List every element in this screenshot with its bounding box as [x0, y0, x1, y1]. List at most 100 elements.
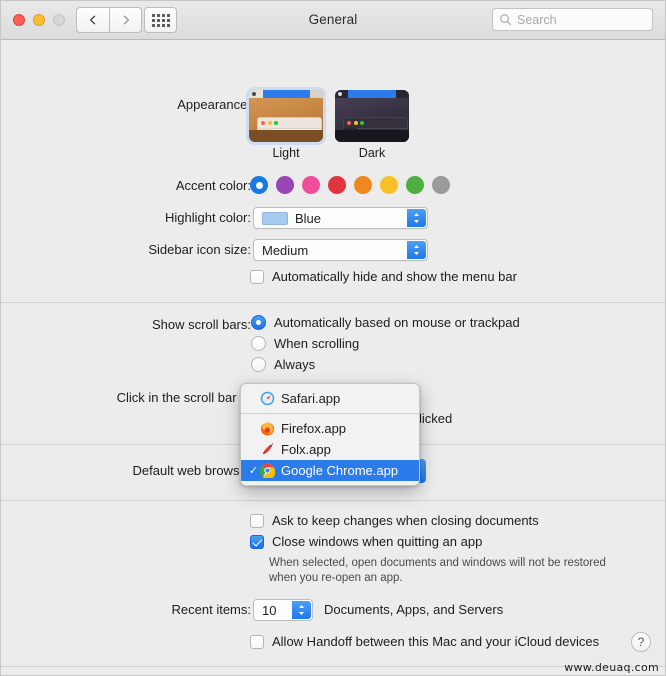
appearance-light-caption: Light [272, 146, 300, 160]
accent-swatch-green[interactable] [406, 176, 424, 194]
close-windows-help-line-2: when you re-open an app. [269, 572, 403, 584]
popup-arrows-icon [407, 241, 426, 259]
scrollbar-auto-label: Automatically based on mouse or trackpad [274, 315, 520, 330]
ask-keep-changes-checkbox[interactable] [250, 514, 264, 528]
highlight-color-popup[interactable]: Blue [253, 207, 428, 229]
light-menubar [249, 90, 323, 98]
allow-handoff-label: Allow Handoff between this Mac and your … [272, 634, 600, 649]
scrollbar-option-auto[interactable]: Automatically based on mouse or trackpad [251, 315, 520, 330]
safari-icon [260, 391, 275, 406]
recent-items-label: Recent items: [171, 602, 251, 617]
menu-separator [241, 413, 419, 414]
recent-items-stepper[interactable]: 10 [253, 599, 313, 621]
menu-item-safari[interactable]: Safari.app [241, 388, 419, 409]
appearance-option-light[interactable] [249, 90, 323, 142]
accent-swatch-yellow[interactable] [380, 176, 398, 194]
appearance-dark-caption: Dark [358, 146, 386, 160]
stepper-arrows-icon[interactable] [292, 601, 311, 619]
scrollbar-auto-radio[interactable] [251, 315, 266, 330]
preview-minimize-dot [267, 121, 272, 125]
search-field[interactable] [492, 8, 653, 31]
menu-item-firefox[interactable]: Firefox.app [241, 418, 419, 439]
accent-swatch-gray[interactable] [432, 176, 450, 194]
chevron-updown-icon [414, 213, 419, 223]
preview-close-dot [347, 121, 351, 125]
menu-item-google-chrome[interactable]: ✓ Google Chrome.app [241, 460, 419, 481]
allow-handoff-checkbox[interactable] [250, 635, 264, 649]
scrollbar-when-scrolling-label: When scrolling [274, 336, 360, 351]
accent-swatch-pink[interactable] [302, 176, 320, 194]
light-menubar-right [310, 90, 323, 98]
click-scroll-bar-label: Click in the scroll bar to [116, 390, 251, 405]
apple-logo-icon [252, 92, 256, 96]
chevron-updown-icon [299, 605, 304, 615]
default-web-browser-label: Default web browser [132, 463, 252, 478]
allow-handoff-row[interactable]: Allow Handoff between this Mac and your … [250, 634, 599, 649]
highlight-color-value: Blue [295, 210, 322, 226]
accent-swatch-blue[interactable] [250, 176, 268, 194]
preview-zoom-dot [360, 121, 364, 125]
window-titlebar: General [1, 1, 665, 40]
separator-1 [1, 302, 665, 303]
chrome-icon [260, 463, 275, 478]
close-windows-quitting-checkbox[interactable] [250, 535, 264, 549]
help-button[interactable]: ? [631, 632, 651, 652]
light-menubar-left [249, 90, 263, 98]
dark-menubar [335, 90, 409, 98]
light-dock [249, 130, 323, 142]
scrollbar-option-when-scrolling[interactable]: When scrolling [251, 336, 359, 351]
ask-keep-changes-row[interactable]: Ask to keep changes when closing documen… [250, 513, 539, 528]
appearance-option-dark[interactable] [335, 90, 409, 142]
click-scroll-bar-trailing-text: licked [419, 411, 453, 426]
highlight-color-swatch [262, 211, 288, 225]
scrollbar-option-always[interactable]: Always [251, 357, 315, 372]
menu-item-firefox-label: Firefox.app [281, 421, 347, 436]
search-input[interactable] [517, 12, 637, 27]
preview-minimize-dot [353, 121, 358, 125]
popup-arrows-icon [407, 209, 426, 227]
dark-menubar-left [335, 90, 348, 98]
accent-swatch-orange[interactable] [354, 176, 372, 194]
accent-color-swatches [250, 176, 450, 194]
accent-swatch-purple[interactable] [276, 176, 294, 194]
ask-keep-changes-label: Ask to keep changes when closing documen… [272, 513, 539, 528]
preferences-content: Appearance: Light Dark Accent color: Hig… [1, 40, 665, 675]
folx-icon [262, 443, 274, 455]
separator-3 [1, 500, 665, 501]
recent-items-value: 10 [262, 602, 277, 618]
recent-items-trailing-text: Documents, Apps, and Servers [324, 602, 504, 617]
auto-hide-menubar-row[interactable]: Automatically hide and show the menu bar [250, 269, 517, 284]
accent-color-label: Accent color: [175, 178, 251, 193]
scrollbar-always-label: Always [274, 357, 316, 372]
dark-dock [335, 130, 409, 142]
chevron-updown-icon [414, 245, 419, 255]
apple-logo-icon [338, 92, 342, 96]
auto-hide-menubar-checkbox[interactable] [250, 270, 264, 284]
menu-item-safari-label: Safari.app [281, 391, 341, 406]
scrollbar-when-scrolling-radio[interactable] [251, 336, 266, 351]
sidebar-icon-size-value: Medium [262, 242, 309, 258]
preview-zoom-dot [274, 121, 278, 125]
close-windows-help-line-1: When selected, open documents and window… [269, 557, 606, 569]
highlight-color-label: Highlight color: [165, 210, 251, 225]
sidebar-icon-size-popup[interactable]: Medium [253, 239, 428, 261]
accent-swatch-red[interactable] [328, 176, 346, 194]
menu-item-folx-label: Folx.app [281, 442, 331, 457]
watermark: www.deuaq.com [564, 661, 659, 674]
close-windows-quitting-label: Close windows when quitting an app [272, 534, 483, 549]
scrollbar-always-radio[interactable] [251, 357, 266, 372]
show-scroll-bars-label: Show scroll bars: [152, 317, 251, 332]
sidebar-icon-size-label: Sidebar icon size: [148, 242, 251, 257]
close-windows-quitting-row[interactable]: Close windows when quitting an app [250, 534, 482, 549]
firefox-icon [260, 422, 275, 436]
dark-menubar-right [396, 90, 409, 98]
auto-hide-menubar-label: Automatically hide and show the menu bar [272, 269, 517, 284]
default-web-browser-menu[interactable]: Safari.app Firefox.app Folx.app ✓ Google… [240, 383, 420, 486]
menu-item-google-chrome-label: Google Chrome.app [281, 463, 399, 478]
appearance-label: Appearance: [177, 97, 251, 112]
system-preferences-window: General Appearance: [0, 0, 666, 676]
search-icon [500, 14, 512, 26]
menu-item-folx[interactable]: Folx.app [241, 439, 419, 460]
preview-close-dot [261, 121, 265, 125]
menu-check-icon: ✓ [248, 465, 259, 477]
